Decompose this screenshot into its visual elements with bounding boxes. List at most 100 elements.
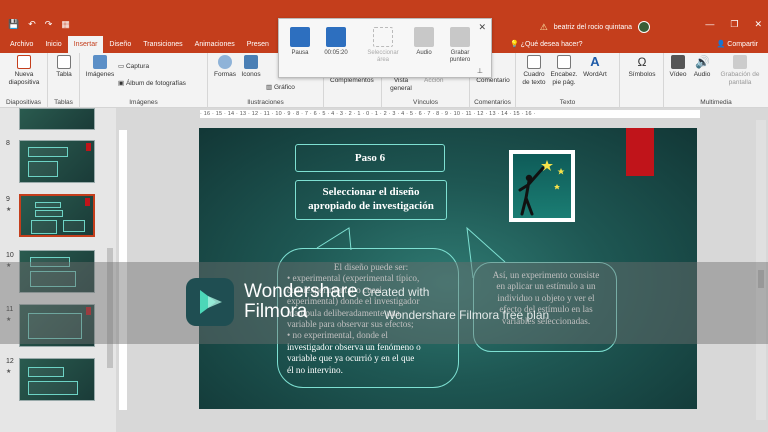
tab-inicio[interactable]: Inicio: [39, 36, 67, 53]
iconos-label: Iconos: [241, 71, 261, 78]
captura-button[interactable]: ▭ Captura: [118, 62, 149, 70]
tab-animaciones[interactable]: Animaciones: [189, 36, 241, 53]
textbox-icon: [527, 55, 541, 69]
stop-button[interactable]: 00:05:20: [319, 27, 353, 57]
wordart-button[interactable]: A WordArt: [580, 55, 610, 79]
grabacion-button[interactable]: Grabación de pantalla: [716, 55, 764, 87]
text-line: variable que ya ocurrió y en el que: [287, 353, 415, 364]
group-diapositivas: Nueva diapositiva Diapositivas: [0, 53, 48, 108]
tab-transiciones[interactable]: Transiciones: [137, 36, 188, 53]
vista-label: Vista general: [390, 77, 412, 92]
tab-insertar[interactable]: Insertar: [67, 36, 104, 53]
group-label: Comentarios: [474, 99, 511, 106]
grabacion-label: Grabación de pantalla: [720, 71, 760, 86]
tabla-button[interactable]: Tabla: [52, 55, 76, 79]
watermark-band: [0, 262, 768, 344]
select-area-icon: [373, 27, 393, 47]
record-pointer-label: Grabar puntero: [449, 50, 471, 63]
tab-presentacion[interactable]: Presen: [241, 36, 275, 53]
group-label: Texto: [559, 99, 576, 106]
account-area: ⚠ beatriz del rocio quintana: [540, 21, 650, 33]
thumbnail-8[interactable]: [19, 140, 95, 183]
audio-toggle[interactable]: Audio: [407, 27, 441, 57]
formas-button[interactable]: Formas: [212, 55, 238, 79]
cuadro-texto-button[interactable]: Cuadro de texto: [520, 55, 548, 87]
avatar[interactable]: [638, 21, 650, 33]
window-controls: — ❐ ✕: [705, 19, 762, 30]
redo-icon[interactable]: ↷: [45, 19, 53, 30]
present-icon[interactable]: ▦: [61, 19, 70, 30]
picture-icon: [93, 55, 107, 69]
watermark-brand: Wondershare Filmora: [244, 282, 358, 322]
maximize-button[interactable]: ❐: [730, 19, 738, 30]
table-icon: [57, 55, 71, 69]
minimize-button[interactable]: —: [705, 19, 714, 30]
tab-archivo[interactable]: Archivo: [4, 36, 39, 53]
share-button[interactable]: 👤 Compartir: [717, 40, 758, 48]
pause-button[interactable]: Pausa: [283, 27, 317, 57]
formas-label: Formas: [213, 71, 237, 78]
audio-toggle-label: Audio: [416, 50, 432, 56]
thumb-box: [28, 381, 78, 395]
group-label: Diapositivas: [5, 99, 42, 106]
group-simbolos: Ω Símbolos: [620, 53, 664, 108]
thumbnail-7[interactable]: [19, 108, 95, 130]
album-button[interactable]: ▣ Álbum de fotografías: [118, 79, 186, 87]
thumbnail-12[interactable]: [19, 358, 95, 401]
omega-icon: Ω: [637, 55, 647, 69]
nueva-diapositiva-button[interactable]: Nueva diapositiva: [4, 55, 44, 87]
comentario-button[interactable]: Comentario: [472, 77, 514, 85]
simbolos-button[interactable]: Ω Símbolos: [624, 55, 660, 79]
filmora-logo-shape: [200, 290, 222, 314]
vista-general-button[interactable]: Vista general: [384, 77, 418, 93]
video-button[interactable]: Vídeo: [666, 55, 690, 79]
video-label: Vídeo: [669, 71, 687, 78]
thumb-red-tab: [86, 143, 91, 151]
screen-record-icon: [733, 55, 747, 69]
speaker-icon: 🔊: [695, 55, 710, 69]
undo-icon[interactable]: ↶: [28, 19, 36, 30]
icons-icon: [244, 55, 258, 69]
save-icon[interactable]: 💾: [8, 19, 19, 30]
group-label: Multimedia: [700, 99, 732, 106]
complementos-button[interactable]: Complementos: [330, 77, 374, 84]
thumb-box: [63, 220, 85, 232]
tabla-label: Tabla: [56, 71, 72, 78]
iconos-button[interactable]: Iconos: [238, 55, 264, 79]
thumb-box: [28, 161, 58, 177]
comentario-label: Comentario: [476, 77, 510, 84]
group-label: Imágenes: [129, 99, 158, 106]
accion-label: Acción: [424, 77, 444, 84]
animation-star-icon: ★: [6, 369, 12, 375]
tell-me-search[interactable]: 💡 ¿Qué desea hacer?: [510, 40, 583, 48]
encabezado-button[interactable]: Encabez. pie pág.: [549, 55, 579, 87]
tab-diseno[interactable]: Diseño: [103, 36, 137, 53]
close-icon[interactable]: ✕: [478, 22, 486, 33]
group-label: Tablas: [54, 99, 73, 106]
user-name[interactable]: beatriz del rocio quintana: [554, 24, 632, 31]
watermark-plan: Wondershare Filmora free plan: [384, 308, 550, 322]
shapes-icon: [218, 55, 232, 69]
accion-button[interactable]: Acción: [424, 77, 444, 84]
record-pointer-toggle[interactable]: Grabar puntero: [443, 27, 477, 64]
select-area-button[interactable]: Seleccionar área: [363, 27, 403, 64]
timer: 00:05:20: [324, 50, 348, 56]
filmora-logo-icon: [186, 278, 234, 326]
thumb-number: 9: [6, 196, 10, 203]
grafico-button[interactable]: ▥ Gráfico: [266, 83, 295, 91]
encabez-label: Encabez. pie pág.: [550, 71, 578, 86]
thumb-number: 8: [6, 140, 10, 147]
imagenes-button[interactable]: Imágenes: [84, 55, 116, 79]
audio-button[interactable]: 🔊 Audio: [690, 55, 714, 79]
thumb-box: [35, 202, 61, 208]
wordart-icon: A: [590, 54, 600, 69]
pin-icon[interactable]: ⊥: [477, 67, 483, 75]
group-tablas: Tabla Tablas: [48, 53, 80, 108]
text-line: él no intervino.: [287, 364, 343, 375]
close-button[interactable]: ✕: [754, 19, 762, 30]
microphone-icon: [414, 27, 434, 47]
group-label: Ilustraciones: [247, 99, 284, 106]
thumbnail-9[interactable]: [19, 194, 95, 237]
recording-toolbar: Pausa 00:05:20 Seleccionar área Audio Gr…: [278, 18, 492, 78]
group-texto: Cuadro de texto Encabez. pie pág. A Word…: [516, 53, 620, 108]
